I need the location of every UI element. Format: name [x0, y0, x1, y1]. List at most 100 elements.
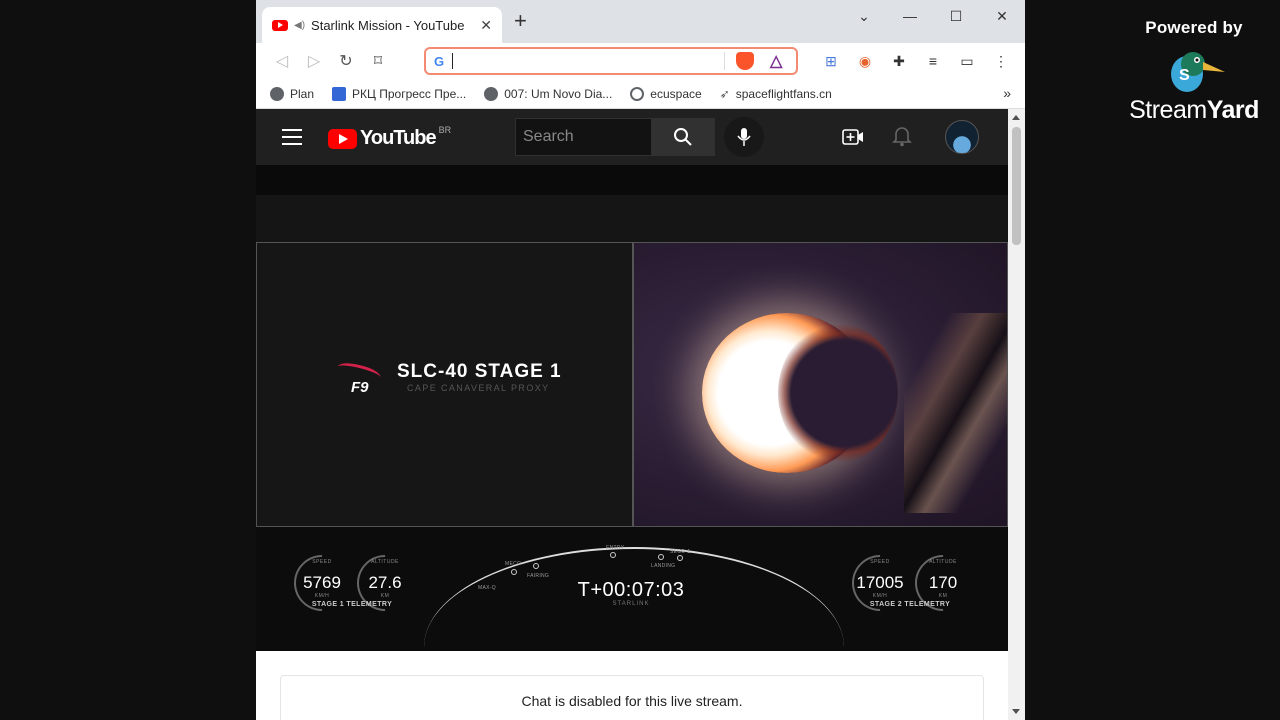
scroll-up-arrow-icon[interactable] — [1012, 115, 1020, 120]
svg-text:S: S — [1179, 67, 1190, 84]
text-caret — [452, 53, 454, 69]
video-player[interactable]: F9 SLC-40 STAGE 1 CAPE CANAVERAL PROXY S… — [256, 165, 1008, 651]
scrollbar-thumb[interactable] — [1012, 127, 1021, 245]
youtube-masthead: YouTube BR Search — [256, 109, 1008, 165]
brave-rewards-icon[interactable]: △ — [770, 51, 782, 71]
minimize-button[interactable]: — — [887, 0, 933, 32]
puzzle-icon[interactable]: ✚ — [885, 47, 913, 75]
powered-by-text: Powered by — [1145, 18, 1243, 37]
tab-youtube[interactable]: ◀) Starlink Mission - YouTube ✕ — [262, 7, 502, 43]
account-avatar[interactable] — [945, 120, 979, 154]
bookmark-button[interactable]: ⌑ — [362, 47, 394, 75]
reload-button[interactable]: ↻ — [330, 47, 362, 75]
stage2-altitude-value: 170 — [928, 573, 958, 592]
hamburger-menu-icon[interactable] — [282, 129, 302, 145]
bookmarks-overflow-button[interactable]: » — [1003, 85, 1011, 101]
stage2-altitude-label: ALTITUDE — [929, 559, 957, 565]
back-button[interactable]: ◁ — [266, 47, 298, 75]
milestone-label: MAX-Q — [478, 585, 496, 591]
microphone-icon — [737, 128, 751, 146]
close-window-button[interactable]: ✕ — [979, 0, 1025, 32]
window-controls: ⌄ — ☐ ✕ — [841, 0, 1025, 32]
youtube-play-icon — [328, 128, 357, 149]
new-tab-button[interactable]: + — [514, 10, 527, 32]
wallet-icon[interactable]: ▭ — [953, 47, 981, 75]
bookmark-rkc[interactable]: РКЦ Прогресс Пре... — [332, 86, 466, 101]
browser-toolbar: ◁ ▷ ↻ ⌑ G △ ⊞ ◉ ✚ ≡ ▭ ⋮ — [256, 43, 1025, 79]
youtube-favicon-icon — [272, 19, 288, 31]
rkc-icon — [332, 86, 347, 101]
address-bar[interactable]: G △ — [424, 47, 798, 75]
browser-window: ◀) Starlink Mission - YouTube ✕ + ⌄ — ☐ … — [256, 0, 1025, 720]
bookmark-spaceflightfans[interactable]: ➶ spaceflightfans.cn — [720, 87, 832, 101]
below-player-area: Chat is disabled for this live stream. — [256, 651, 1008, 720]
tab-search-button[interactable]: ⌄ — [841, 0, 887, 32]
bookmark-007[interactable]: 007: Um Novo Dia... — [484, 86, 613, 101]
stage1-speed-label: SPEED — [312, 559, 332, 565]
media-controls-icon[interactable]: ≡ — [919, 47, 947, 75]
stage1-speed-unit: KM/H — [314, 593, 330, 599]
forward-button[interactable]: ▷ — [298, 47, 330, 75]
youtube-logo[interactable]: YouTube BR — [328, 125, 451, 150]
stage2-speed-label: SPEED — [870, 559, 890, 565]
stage1-altitude-unit: KM — [380, 593, 390, 599]
stage1-speed-value: 5769 — [303, 573, 341, 592]
milestone-marker — [533, 563, 539, 569]
stream-top-band — [256, 165, 1008, 242]
bookmarks-bar: Plan РКЦ Прогресс Пре... 007: Um Novo Di… — [256, 79, 1025, 109]
youtube-wordmark: YouTube — [360, 127, 437, 149]
globe-icon — [484, 86, 499, 101]
stage1-subtitle: CAPE CANAVERAL PROXY — [407, 383, 550, 393]
stage2-speed-unit: KM/H — [872, 593, 888, 599]
bookmark-label: 007: Um Novo Dia... — [504, 86, 613, 101]
stage1-altitude-value: 27.6 — [368, 573, 402, 592]
chat-disabled-panel: Chat is disabled for this live stream. — [280, 675, 984, 720]
search-icon — [674, 128, 692, 146]
mission-name: STARLINK — [612, 601, 650, 607]
rocket-icon: ➶ — [719, 86, 730, 101]
stage1-telemetry-label: STAGE 1 TELEMETRY — [311, 601, 393, 608]
milestone-label: LANDING — [651, 563, 676, 569]
bookmark-label: ecuspace — [650, 86, 702, 101]
milestone-label: FAIRING — [527, 573, 550, 579]
milestone-marker — [511, 569, 517, 575]
milestone-marker — [658, 554, 664, 560]
speaker-icon[interactable]: ◀) — [294, 20, 305, 31]
stage1-altitude-label: ALTITUDE — [371, 559, 399, 565]
translate-icon[interactable]: ⊞ — [817, 47, 845, 75]
streamyard-duck-icon: S — [1124, 44, 1264, 94]
search-input[interactable]: Search — [515, 118, 651, 156]
scroll-down-arrow-icon[interactable] — [1012, 709, 1020, 714]
bookmark-plan[interactable]: Plan — [270, 86, 314, 101]
brave-shields-icon[interactable] — [736, 52, 754, 70]
extension-icon[interactable]: ◉ — [851, 47, 879, 75]
voice-search-button[interactable] — [724, 117, 764, 157]
maximize-button[interactable]: ☐ — [933, 0, 979, 32]
notifications-bell-icon[interactable] — [892, 125, 912, 147]
stage1-title-block: SLC-40 STAGE 1 CAPE CANAVERAL PROXY — [385, 361, 562, 393]
milestone-marker — [677, 555, 683, 561]
screen: Powered by S StreamYard ◀) Starlink Miss… — [0, 0, 1280, 720]
engine-camera-feed — [633, 242, 1008, 527]
milestone-label: ENTRY — [606, 545, 625, 551]
bookmark-label: spaceflightfans.cn — [735, 86, 832, 101]
search-placeholder: Search — [523, 128, 574, 145]
brand-stream: Stream — [1129, 96, 1207, 124]
omnibox-separator — [724, 52, 725, 70]
stage1-title: SLC-40 STAGE 1 — [397, 361, 562, 382]
streamyard-watermark: Powered by S StreamYard — [1124, 18, 1264, 125]
page-scrollbar[interactable] — [1008, 109, 1025, 720]
google-icon: G — [434, 53, 445, 69]
search-button[interactable] — [651, 118, 715, 156]
bookmark-ecuspace[interactable]: ecuspace — [630, 86, 702, 101]
stage1-feed-panel: F9 SLC-40 STAGE 1 CAPE CANAVERAL PROXY — [256, 242, 633, 527]
engine-structure — [904, 313, 1007, 513]
create-video-icon[interactable] — [842, 127, 864, 147]
brand-yard: Yard — [1206, 96, 1260, 124]
menu-icon[interactable]: ⋮ — [987, 47, 1015, 75]
globe-icon — [270, 86, 284, 101]
f9-label: F9 — [351, 379, 369, 396]
extensions-area: ⊞ ◉ ✚ ≡ ▭ ⋮ — [817, 47, 1015, 75]
mission-clock: T+00:07:03 — [577, 579, 685, 601]
close-tab-icon[interactable]: ✕ — [480, 17, 492, 34]
